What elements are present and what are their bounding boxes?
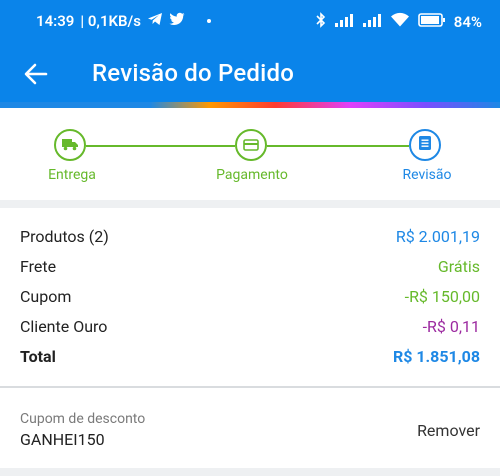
section-divider: [0, 468, 500, 476]
coupon-code: GANHEI150: [20, 430, 105, 449]
summary-label: Total: [20, 347, 56, 366]
summary-value: -R$ 150,00: [404, 287, 480, 306]
credit-card-icon: [243, 136, 259, 155]
summary-value: -R$ 0,11: [422, 317, 480, 336]
status-bar-right: 84%: [316, 12, 482, 32]
summary-row-frete: Frete Grátis: [20, 257, 480, 279]
summary-value: R$ 1.851,08: [392, 347, 480, 366]
remove-coupon-button[interactable]: Remover: [417, 421, 480, 440]
summary-label: Cupom: [20, 287, 72, 306]
checkout-stepper: Entrega Pagamento Revisão: [0, 108, 500, 200]
order-summary: Produtos (2) R$ 2.001,19 Frete Grátis Cu…: [0, 208, 500, 385]
coupon-label: Cupom de desconto: [20, 411, 146, 427]
document-list-icon: [418, 135, 432, 155]
telegram-icon: [147, 12, 163, 30]
step-revisao[interactable]: [409, 129, 441, 161]
step-label: Pagamento: [216, 167, 288, 183]
step-connector: [86, 145, 235, 147]
step-label: Entrega: [48, 167, 96, 183]
battery-percent: 84%: [453, 13, 482, 31]
twitter-icon: [169, 12, 185, 30]
section-divider: [0, 200, 500, 208]
notification-dot-icon: [206, 19, 211, 23]
summary-label: Frete: [20, 257, 57, 276]
status-bar-left: 14:39 | 0,1KB/s: [36, 12, 211, 30]
summary-row-cupom: Cupom -R$ 150,00: [20, 287, 480, 309]
battery-icon: [417, 13, 446, 31]
summary-row-cliente-ouro: Cliente Ouro -R$ 0,11: [20, 317, 480, 339]
step-label: Revisão: [402, 167, 452, 183]
bluetooth-icon: [316, 12, 326, 32]
summary-value: R$ 2.001,19: [395, 227, 480, 246]
status-time: 14:39: [36, 12, 75, 30]
summary-row-produtos: Produtos (2) R$ 2.001,19: [20, 227, 480, 249]
arrow-left-icon: [22, 63, 50, 92]
back-button[interactable]: [22, 60, 52, 88]
signal-icon: [334, 13, 354, 31]
app-bar: Revisão do Pedido: [0, 46, 500, 102]
status-bar: 14:39 | 0,1KB/s 84%: [0, 0, 500, 46]
summary-label: Cliente Ouro: [20, 317, 108, 336]
signal-icon: [362, 13, 382, 31]
step-entrega[interactable]: [54, 129, 86, 161]
step-connector: [267, 145, 409, 147]
truck-icon: [61, 136, 79, 155]
summary-value: Grátis: [437, 257, 480, 276]
page-title: Revisão do Pedido: [92, 59, 295, 87]
step-pagamento[interactable]: [235, 129, 267, 161]
wifi-icon: [390, 12, 410, 32]
summary-row-total: Total R$ 1.851,08: [20, 347, 480, 369]
status-network-speed: | 0,1KB/s: [80, 12, 141, 30]
coupon-section: Cupom de desconto GANHEI150 Remover: [0, 388, 500, 468]
summary-label: Produtos (2): [20, 227, 109, 246]
